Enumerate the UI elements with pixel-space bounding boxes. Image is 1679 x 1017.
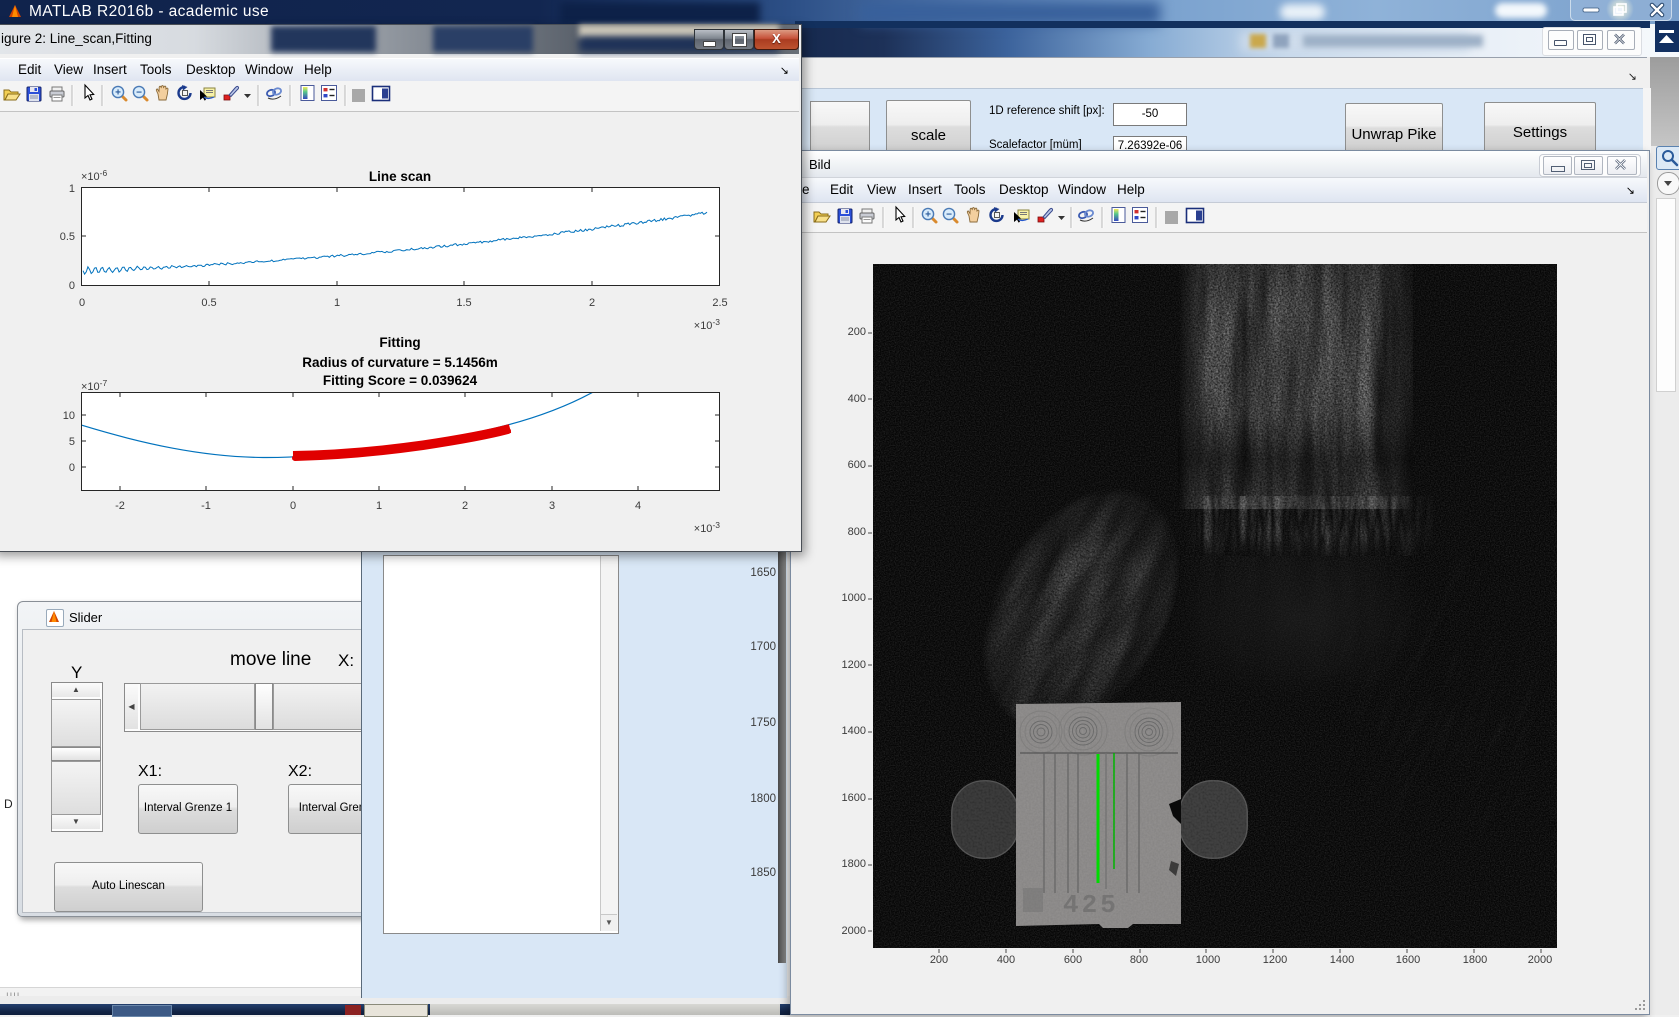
svg-text:0: 0 <box>79 297 85 309</box>
svg-text:×10-7: ×10-7 <box>81 378 108 393</box>
svg-text:Fitting: Fitting <box>379 335 420 350</box>
svg-text:5: 5 <box>69 436 75 448</box>
svg-text:×10-3: ×10-3 <box>694 520 721 535</box>
svg-text:4: 4 <box>635 500 641 512</box>
svg-text:×10-6: ×10-6 <box>81 168 108 183</box>
svg-text:2: 2 <box>462 500 468 512</box>
svg-text:1.5: 1.5 <box>456 297 471 309</box>
svg-text:Fitting Score = 0.039624: Fitting Score = 0.039624 <box>323 373 478 388</box>
svg-text:-2: -2 <box>115 500 125 512</box>
svg-text:0.5: 0.5 <box>201 297 216 309</box>
svg-text:×10-3: ×10-3 <box>694 317 721 332</box>
svg-text:2.5: 2.5 <box>712 297 727 309</box>
svg-text:Line scan: Line scan <box>369 169 431 184</box>
svg-text:−: − <box>136 87 142 98</box>
svg-text:1: 1 <box>334 297 340 309</box>
svg-text:1: 1 <box>376 500 382 512</box>
svg-text:0: 0 <box>69 462 75 474</box>
svg-text:2: 2 <box>589 297 595 309</box>
svg-text:0.5: 0.5 <box>60 231 75 243</box>
svg-text:0: 0 <box>290 500 296 512</box>
svg-text:1: 1 <box>69 183 75 195</box>
svg-text:0: 0 <box>69 280 75 292</box>
svg-text:10: 10 <box>63 410 75 422</box>
svg-text:+: + <box>115 87 121 98</box>
svg-text:Radius of curvature = 5.1456m: Radius of curvature = 5.1456m <box>302 355 497 370</box>
svg-text:-1: -1 <box>201 500 211 512</box>
svg-text:3: 3 <box>549 500 555 512</box>
